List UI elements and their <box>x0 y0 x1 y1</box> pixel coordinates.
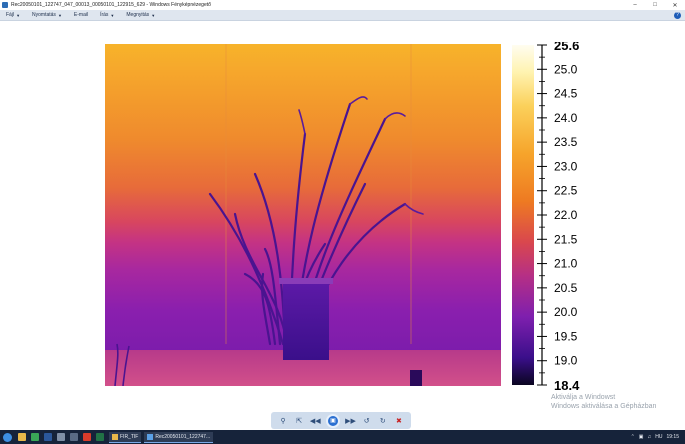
scale-tick-label: 20.0 <box>554 305 578 319</box>
scale-tick-label: 21.5 <box>554 232 578 246</box>
previous-icon[interactable]: ◀◀ <box>310 416 321 425</box>
activation-watermark: Aktiválja a Windowst Windows aktiválása … <box>551 393 656 411</box>
scale-max-label: 25.6 <box>554 42 579 53</box>
scale-tick-label: 20.5 <box>554 281 578 295</box>
menu-open[interactable]: Megnyitás ▼ <box>126 12 155 18</box>
actual-size-icon[interactable]: ⇱ <box>294 416 305 425</box>
network-icon[interactable]: ▣ <box>639 434 644 440</box>
slideshow-icon[interactable]: ▣ <box>325 413 340 428</box>
menu-email[interactable]: E-mail <box>74 12 88 18</box>
watermark-line-1: Aktiválja a Windowst <box>551 394 616 401</box>
help-icon[interactable]: ? <box>674 12 681 19</box>
temperature-scale-axis: 25.0 24.5 24.0 23.5 23.0 22.5 22.0 21.5 21.0 20.5… <box>537 42 580 392</box>
viewer-control-bar: ⚲ ⇱ ◀◀ ▣ ▶▶ ↺ ↻ ✖ <box>271 412 411 429</box>
watermark-line-2: Windows aktiválása a Gépházban <box>551 403 657 410</box>
menu-bar: Fájl ▼ Nyomtatás ▼ E-mail Írás ▼ Megnyitás ▼… <box>0 10 685 21</box>
language-indicator[interactable]: HU <box>655 434 662 440</box>
menu-burn[interactable]: Írás ▼ <box>100 12 114 18</box>
photo-viewer-icon <box>2 2 8 8</box>
scale-tick-label: 21.0 <box>554 257 578 271</box>
photo-viewer-icon <box>147 433 154 440</box>
explorer-icon[interactable] <box>18 433 26 441</box>
app-icon[interactable] <box>57 433 65 441</box>
chevron-down-icon: ▼ <box>110 12 115 18</box>
scale-tick-label: 22.5 <box>554 184 578 198</box>
maximize-icon[interactable]: □ <box>645 0 665 10</box>
chrome-icon[interactable] <box>31 433 39 441</box>
close-icon[interactable]: ✕ <box>665 0 685 10</box>
scale-tick-label: 19.0 <box>554 354 578 368</box>
start-button-icon[interactable] <box>3 432 12 442</box>
scale-tick-label: 24.5 <box>554 87 578 101</box>
scale-tick-label: 25.0 <box>554 62 578 76</box>
taskbar: FIR_TIF Rec20050101_122747... ⌃ ▣ ♫ HU 1… <box>0 430 685 444</box>
app-icon[interactable] <box>70 433 78 441</box>
title-bar: Rec20050101_122747_047_00013_00050101_12… <box>0 0 685 10</box>
rotate-left-icon[interactable]: ↺ <box>361 416 372 425</box>
thermal-image <box>105 44 501 386</box>
scale-tick-label: 22.0 <box>554 208 578 222</box>
magnifier-icon[interactable]: ⚲ <box>278 416 289 425</box>
scale-tick-label: 24.0 <box>554 111 578 125</box>
delete-icon[interactable]: ✖ <box>393 416 404 425</box>
taskbar-item-folder[interactable]: FIR_TIF <box>109 431 142 443</box>
system-tray: ⌃ ▣ ♫ HU 19:15 <box>631 434 685 440</box>
rotate-right-icon[interactable]: ↻ <box>377 416 388 425</box>
scale-tick-label: 19.5 <box>554 329 578 343</box>
chevron-down-icon: ▼ <box>57 12 62 18</box>
menu-print[interactable]: Nyomtatás ▼ <box>32 12 62 18</box>
taskbar-item-photo-viewer[interactable]: Rec20050101_122747... <box>144 431 214 443</box>
temperature-color-scale <box>512 45 534 385</box>
menu-file[interactable]: Fájl ▼ <box>6 12 20 18</box>
window-title: Rec20050101_122747_047_00013_00050101_12… <box>11 2 211 8</box>
scale-min-label: 18.4 <box>554 378 580 392</box>
volume-icon[interactable]: ♫ <box>648 434 652 440</box>
folder-icon <box>112 433 118 440</box>
scale-ticks: 25.0 24.5 24.0 23.5 23.0 22.5 22.0 21.5 21.0 20.5… <box>537 44 578 386</box>
chevron-down-icon: ▼ <box>151 12 156 18</box>
clock[interactable]: 19:15 <box>666 434 679 440</box>
next-icon[interactable]: ▶▶ <box>345 416 356 425</box>
scale-tick-label: 23.0 <box>554 159 578 173</box>
chevron-down-icon: ▼ <box>16 12 21 18</box>
chevron-up-icon[interactable]: ⌃ <box>631 434 635 440</box>
scale-tick-label: 23.5 <box>554 135 578 149</box>
excel-icon[interactable] <box>96 433 104 441</box>
word-icon[interactable] <box>44 433 52 441</box>
acrobat-icon[interactable] <box>83 433 91 441</box>
minimize-icon[interactable]: – <box>625 0 645 10</box>
